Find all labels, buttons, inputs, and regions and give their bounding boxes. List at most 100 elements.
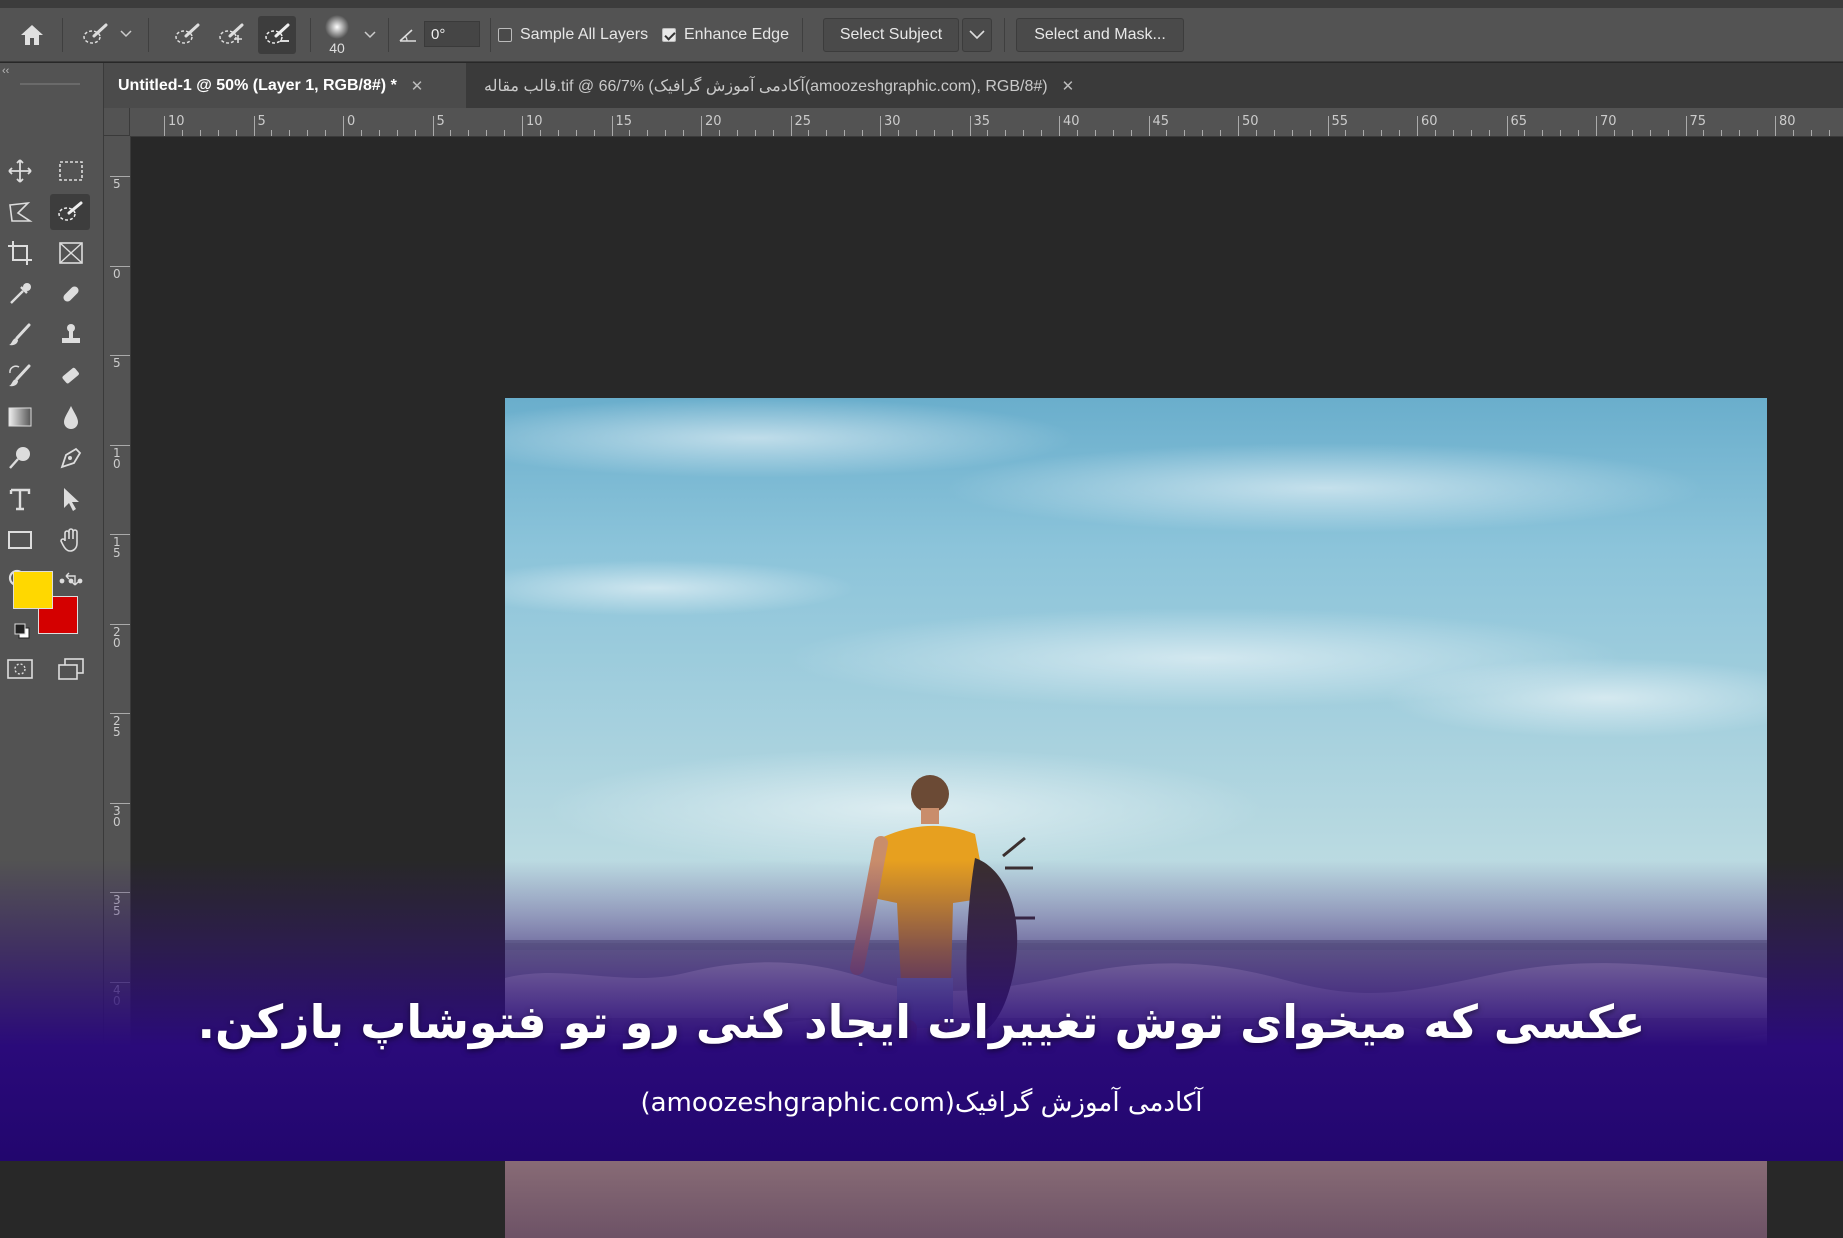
- ruler-label: 45: [1152, 114, 1170, 129]
- eraser-tool-icon[interactable]: [51, 358, 91, 394]
- ruler-label: 10: [168, 114, 185, 129]
- ruler-minor-tick: [1578, 130, 1580, 136]
- caption-subtitle: آکادمی آموزش گرافیک(amoozeshgraphic.com): [640, 1088, 1203, 1118]
- ruler-label: 80: [1779, 114, 1796, 129]
- ruler-minor-tick: [1649, 130, 1651, 136]
- ruler-minor-tick: [1631, 130, 1633, 136]
- ruler-minor-tick: [808, 130, 810, 136]
- ruler-minor-tick: [629, 130, 631, 136]
- ruler-minor-tick: [754, 130, 756, 136]
- lasso-tool-icon[interactable]: [0, 194, 40, 230]
- ruler-minor-tick: [378, 130, 380, 136]
- sample-all-layers-box[interactable]: [498, 28, 512, 42]
- gradient-tool-icon[interactable]: [0, 399, 40, 435]
- ruler-minor-tick: [683, 130, 685, 136]
- frame-tool-icon[interactable]: [51, 235, 91, 271]
- rectangle-tool-icon[interactable]: [0, 522, 40, 558]
- brush-tip-icon: [325, 15, 349, 39]
- blur-tool-icon[interactable]: [51, 399, 91, 435]
- ruler-minor-tick: [1810, 130, 1812, 136]
- enhance-edge-checkbox[interactable]: Enhance Edge: [662, 26, 789, 44]
- brush-size-chevron-icon[interactable]: [362, 28, 378, 42]
- dodge-tool-icon[interactable]: [0, 440, 40, 476]
- tab-untitled-1[interactable]: Untitled-1 @ 50% (Layer 1, RGB/8#) * ✕: [104, 63, 466, 108]
- tab-article-template[interactable]: قالب مقاله.tif @ 66/7% (آکادمی آموزش گرا…: [470, 63, 1240, 108]
- ruler-minor-tick: [539, 130, 541, 136]
- brush-size-value: 40: [329, 40, 345, 56]
- path-selection-tool-icon[interactable]: [51, 481, 91, 517]
- swap-colors-icon[interactable]: [64, 571, 80, 592]
- sample-all-layers-checkbox[interactable]: Sample All Layers: [498, 26, 648, 44]
- move-tool-icon[interactable]: [0, 153, 40, 189]
- ruler-label: 40: [1063, 114, 1080, 129]
- clone-stamp-tool-icon[interactable]: [51, 317, 91, 353]
- home-icon[interactable]: [14, 18, 50, 52]
- ruler-minor-tick: [1291, 130, 1293, 136]
- ruler-tick: [1417, 116, 1418, 136]
- close-tab-icon[interactable]: ✕: [411, 77, 424, 95]
- ruler-minor-tick: [1488, 130, 1490, 136]
- ruler-minor-tick: [1399, 130, 1401, 136]
- options-bar: 40 Sample All Layers Enhance Edge Select…: [0, 0, 1843, 62]
- add-to-selection-mode-icon[interactable]: [214, 18, 248, 52]
- ruler-minor-tick: [1094, 130, 1096, 136]
- rectangular-marquee-tool-icon[interactable]: [51, 153, 91, 189]
- brush-size-picker[interactable]: 40: [320, 12, 354, 58]
- ruler-minor-tick: [1739, 130, 1741, 136]
- hand-tool-icon[interactable]: [51, 522, 91, 558]
- ruler-tick: [790, 116, 792, 136]
- screen-mode-icon[interactable]: [51, 651, 91, 687]
- select-subject-button[interactable]: Select Subject: [823, 18, 959, 52]
- ruler-minor-tick: [1255, 130, 1257, 136]
- ruler-label: 25: [794, 114, 812, 129]
- type-tool-icon[interactable]: [0, 481, 40, 517]
- select-subject-dropdown-button[interactable]: [962, 18, 992, 52]
- ruler-minor-tick: [1041, 130, 1043, 136]
- ruler-label: 55: [1331, 114, 1349, 129]
- angle-input[interactable]: [424, 21, 480, 47]
- collapse-panel-icon[interactable]: ‹‹: [2, 65, 9, 77]
- ruler-minor-tick: [1345, 130, 1347, 136]
- ruler-tick: [522, 116, 523, 136]
- healing-brush-tool-icon[interactable]: [51, 276, 91, 312]
- ruler-minor-tick: [325, 130, 327, 136]
- preset-chevron-down-icon[interactable]: [118, 26, 134, 42]
- angle-icon: [396, 24, 420, 46]
- quick-mask-icon[interactable]: [0, 651, 40, 687]
- history-brush-tool-icon[interactable]: [0, 358, 40, 394]
- quick-selection-tool-icon[interactable]: [50, 194, 90, 230]
- enhance-edge-box[interactable]: [662, 28, 676, 42]
- ruler-minor-tick: [1202, 130, 1204, 136]
- foreground-color-swatch[interactable]: [13, 571, 53, 609]
- pen-tool-icon[interactable]: [51, 440, 91, 476]
- ruler-minor-tick: [736, 130, 738, 136]
- ruler-tick: [1327, 116, 1329, 136]
- ruler-label: 30: [884, 114, 901, 129]
- ruler-minor-tick: [1273, 130, 1275, 136]
- ruler-label: 30: [113, 803, 121, 829]
- app-frame-top: [0, 0, 1843, 8]
- subtract-from-selection-mode-icon[interactable]: [258, 16, 296, 54]
- panel-grip[interactable]: [20, 83, 80, 85]
- ruler-tick: [1148, 116, 1150, 136]
- ruler-minor-tick: [199, 130, 201, 136]
- crop-tool-icon[interactable]: [0, 235, 40, 271]
- new-selection-mode-icon[interactable]: [170, 18, 204, 52]
- ruler-label: 5: [257, 114, 266, 129]
- ruler-minor-tick: [1452, 130, 1454, 136]
- ruler-label: 20: [705, 114, 722, 129]
- ruler-label: 10: [526, 114, 543, 129]
- close-tab-icon[interactable]: ✕: [1062, 77, 1075, 95]
- ruler-minor-tick: [289, 130, 291, 136]
- caption-title: عکسی که میخوای توش تغییرات ایجاد کنی رو …: [197, 995, 1646, 1049]
- quick-selection-preset-icon[interactable]: [78, 18, 112, 52]
- ruler-minor-tick: [307, 130, 309, 136]
- default-colors-icon[interactable]: [14, 623, 30, 644]
- ruler-origin[interactable]: [104, 108, 130, 136]
- eyedropper-tool-icon[interactable]: [0, 276, 40, 312]
- brush-tool-icon[interactable]: [0, 317, 40, 353]
- sample-all-layers-label: Sample All Layers: [520, 26, 649, 43]
- ruler-minor-tick: [1112, 130, 1114, 136]
- ruler-minor-tick: [772, 130, 774, 136]
- select-and-mask-button[interactable]: Select and Mask...: [1016, 18, 1184, 52]
